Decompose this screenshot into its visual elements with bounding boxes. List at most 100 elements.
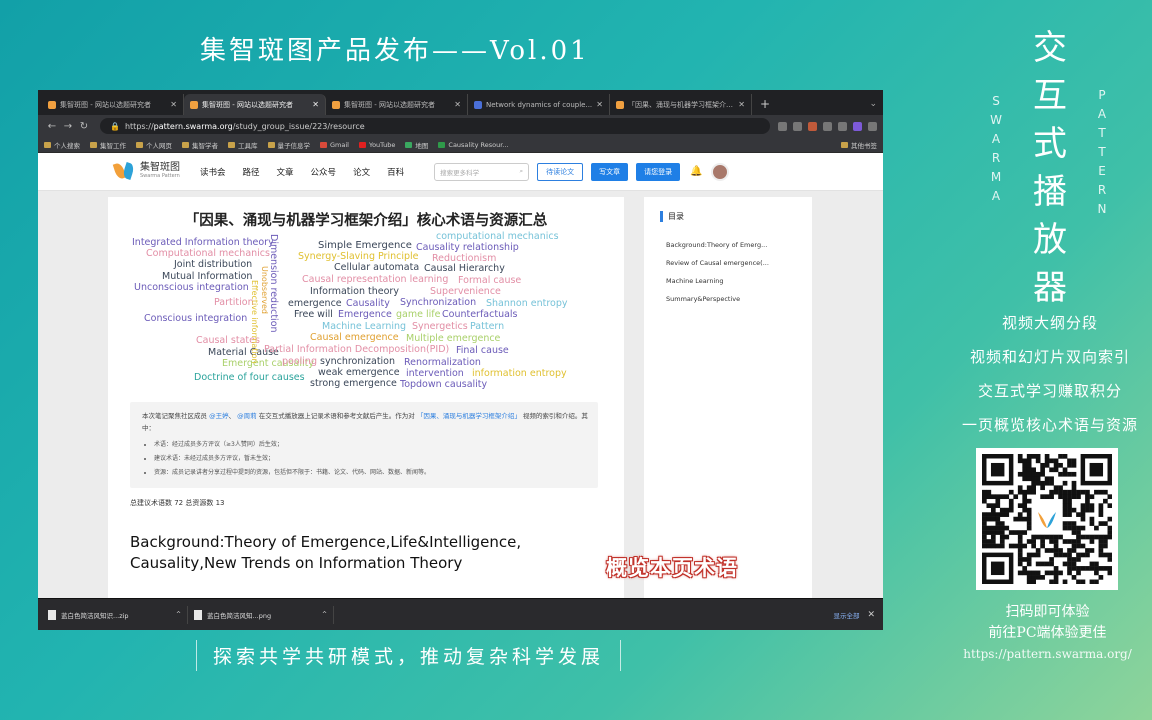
show-all-downloads-link[interactable]: 显示全部 bbox=[833, 610, 859, 620]
word-cloud-term[interactable]: Final cause bbox=[456, 346, 509, 356]
word-cloud-term[interactable]: Supervenience bbox=[430, 287, 501, 297]
word-cloud-term[interactable]: Dimension reduction bbox=[268, 234, 279, 333]
login-button[interactable]: 请您登录 bbox=[636, 162, 681, 181]
bookmark-item[interactable]: 个人搜索 bbox=[44, 140, 80, 150]
word-cloud-term[interactable]: Topdown causality bbox=[400, 380, 487, 390]
term-resource-counts: 总建议术语数 72 总资源数 13 bbox=[130, 499, 225, 507]
word-cloud-term[interactable]: Synergetics bbox=[412, 322, 468, 332]
site-url[interactable]: https://pattern.swarma.org/ bbox=[960, 644, 1135, 665]
word-cloud-term[interactable]: Unobserved bbox=[260, 266, 269, 314]
word-cloud-term[interactable]: Information theory bbox=[310, 287, 399, 297]
avatar[interactable] bbox=[710, 162, 729, 181]
word-cloud-term[interactable]: Joint distribution bbox=[174, 260, 252, 270]
video-link[interactable]: 「因果、涌现与机器学习框架介绍」 bbox=[417, 412, 521, 420]
word-cloud-term[interactable]: Partial Information Decomposition(PID) bbox=[264, 345, 449, 355]
qr-code[interactable] bbox=[976, 448, 1118, 590]
word-cloud-term[interactable]: Formal cause bbox=[458, 276, 521, 286]
download-item[interactable]: 蓝白色简洁风知识...zip ^ bbox=[48, 605, 188, 624]
bookmark-item[interactable]: 集智学者 bbox=[182, 140, 218, 150]
word-cloud-term[interactable]: Pattern bbox=[470, 322, 504, 332]
word-cloud-term[interactable]: Mutual Information bbox=[162, 272, 252, 282]
browser-tab-active[interactable]: 集智斑图 - 网站以选题研究者 ✕ bbox=[184, 94, 326, 115]
nav-item-paths[interactable]: 路径 bbox=[243, 166, 260, 178]
word-cloud-term[interactable]: Synchronization bbox=[400, 298, 476, 308]
word-cloud-term[interactable]: Unconscious integration bbox=[134, 283, 249, 293]
new-tab-icon[interactable]: + bbox=[752, 97, 778, 115]
word-cloud-term[interactable]: Free will bbox=[294, 310, 333, 320]
write-article-button[interactable]: 写文章 bbox=[591, 162, 629, 181]
close-tab-icon: ✕ bbox=[170, 100, 177, 109]
word-cloud-term[interactable]: Synergy-Slaving Principle bbox=[298, 252, 419, 262]
mention-link[interactable]: @周莉 bbox=[237, 412, 257, 420]
back-icon[interactable]: ← bbox=[44, 121, 60, 132]
word-cloud-term[interactable]: computational mechanics bbox=[436, 232, 559, 242]
word-cloud-term[interactable]: Counterfactuals bbox=[442, 310, 518, 320]
word-cloud-term[interactable]: Computational mechanics bbox=[146, 249, 270, 259]
word-cloud-term[interactable]: Machine Learning bbox=[322, 322, 406, 332]
word-cloud-term[interactable]: game life bbox=[396, 310, 440, 320]
word-cloud-term[interactable]: Integrated Information theory bbox=[132, 238, 274, 248]
word-cloud-term[interactable]: weak emergence bbox=[318, 368, 400, 378]
word-cloud-term[interactable]: Cellular automata bbox=[334, 263, 419, 273]
word-cloud-term[interactable]: information entropy bbox=[472, 369, 567, 379]
bookmark-item[interactable]: Causality Resour... bbox=[438, 141, 508, 149]
article-card: 「因果、涌现与机器学习框架介绍」核心术语与资源汇总 Integrated Inf… bbox=[108, 197, 624, 598]
reload-icon[interactable]: ↻ bbox=[76, 121, 92, 132]
bookmark-item[interactable]: YouTube bbox=[358, 141, 395, 149]
browser-tab[interactable]: 集智斑图 - 网站以选题研究者 ✕ bbox=[42, 94, 184, 115]
bookmark-item[interactable]: 集智工作 bbox=[90, 140, 126, 150]
word-cloud-term[interactable]: Effective information bbox=[250, 280, 259, 364]
bookmark-item[interactable]: 工具库 bbox=[228, 140, 258, 150]
nav-item-papers[interactable]: 论文 bbox=[353, 166, 370, 178]
bell-icon[interactable]: 🔔 bbox=[690, 166, 702, 177]
word-cloud-term[interactable]: Causal Hierarchy bbox=[424, 264, 505, 274]
bookmark-item[interactable]: Gmail bbox=[320, 141, 349, 149]
to-read-papers-button[interactable]: 待读论文 bbox=[537, 162, 584, 181]
toc-item[interactable]: Background:Theory of Emerg... bbox=[660, 236, 802, 254]
word-cloud-term[interactable]: Conscious integration bbox=[144, 314, 247, 324]
mention-link[interactable]: @王婷 bbox=[209, 412, 229, 420]
word-cloud-term[interactable]: Causality bbox=[346, 299, 390, 309]
address-bar[interactable]: 🔒 https://pattern.swarma.org/study_group… bbox=[100, 118, 770, 134]
other-bookmarks[interactable]: 其他书签 bbox=[841, 140, 877, 150]
bookmark-item[interactable]: 个人网页 bbox=[136, 140, 172, 150]
word-cloud-term[interactable]: pooling bbox=[282, 357, 317, 367]
word-cloud-term[interactable]: emergence bbox=[288, 299, 342, 309]
toc-item[interactable]: Review of Causal emergence(... bbox=[660, 254, 802, 272]
toc-item[interactable]: Machine Learning bbox=[660, 272, 802, 290]
nav-item-reading-club[interactable]: 读书会 bbox=[200, 166, 226, 178]
extension-icons[interactable] bbox=[778, 121, 877, 131]
word-cloud-term[interactable]: Simple Emergence bbox=[318, 241, 412, 251]
bookmark-item[interactable]: 量子信息学 bbox=[267, 140, 310, 150]
download-item[interactable]: 蓝白色简洁风知...png ^ bbox=[194, 605, 334, 624]
browser-tab[interactable]: Network dynamics of couple... ✕ bbox=[468, 94, 610, 115]
forward-icon[interactable]: → bbox=[60, 121, 76, 132]
toc-item[interactable]: Summary&Perspective bbox=[660, 290, 802, 308]
word-cloud-term[interactable]: Causality relationship bbox=[416, 243, 519, 253]
butterfly-logo-icon bbox=[112, 161, 136, 181]
word-cloud-term[interactable]: Shannon entropy bbox=[486, 299, 568, 309]
favicon-icon bbox=[474, 100, 482, 109]
browser-tab[interactable]: 集智斑图 - 网站以选题研究者 ✕ bbox=[326, 94, 468, 115]
folder-icon bbox=[841, 141, 848, 148]
nav-item-wiki[interactable]: 百科 bbox=[387, 166, 404, 178]
word-cloud-term[interactable]: Renormalization bbox=[404, 358, 481, 368]
bookmark-item[interactable]: 地图 bbox=[405, 140, 428, 150]
word-cloud-term[interactable]: Emergence bbox=[338, 310, 392, 320]
close-icon[interactable]: ✕ bbox=[867, 610, 875, 620]
site-logo[interactable]: 集智斑图 Swarma Pattern bbox=[112, 161, 180, 181]
word-cloud-term[interactable]: Causal emergence bbox=[310, 333, 399, 343]
word-cloud-term[interactable]: synchronization bbox=[320, 357, 395, 367]
tab-search-icon[interactable]: ⌄ bbox=[863, 99, 883, 115]
word-cloud-term[interactable]: Partition bbox=[214, 298, 254, 308]
word-cloud-term[interactable]: Causal representation learning bbox=[302, 275, 448, 285]
word-cloud-term[interactable]: intervention bbox=[406, 369, 464, 379]
word-cloud-term[interactable]: strong emergence bbox=[310, 379, 397, 389]
feature-item: 一页概览核心术语与资源 bbox=[961, 416, 1138, 434]
search-input[interactable]: 搜索更多科学 ⌕ bbox=[434, 162, 530, 181]
word-cloud-term[interactable]: Multiple emergence bbox=[406, 334, 500, 344]
browser-tab[interactable]: 「因果、涌现与机器学习框架介绍」 ✕ bbox=[610, 94, 752, 115]
word-cloud-term[interactable]: Doctrine of four causes bbox=[194, 373, 305, 383]
nav-item-articles[interactable]: 文章 bbox=[277, 166, 294, 178]
nav-item-wechat[interactable]: 公众号 bbox=[311, 166, 337, 178]
